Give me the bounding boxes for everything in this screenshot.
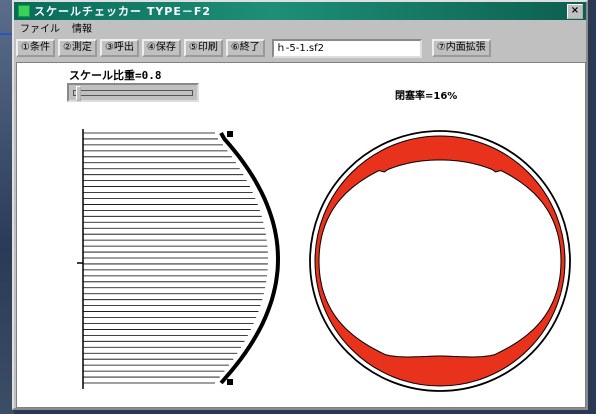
title-bar: スケールチェッカー TYPE－F2 × xyxy=(14,2,586,20)
app-icon xyxy=(18,5,30,17)
menu-info[interactable]: 情報 xyxy=(72,20,92,35)
load-button[interactable]: ③呼出 xyxy=(99,39,139,57)
close-icon[interactable]: × xyxy=(567,3,583,19)
toolbar: ①条件 ②測定 ③呼出 ④保存 ⑤印刷 ⑥終了 ｈ-5-1.sf2 ⑦内面拡張 xyxy=(16,36,584,60)
print-button[interactable]: ⑤印刷 xyxy=(183,39,223,57)
pipe-cross-section xyxy=(309,130,571,392)
inner-surface-expand-button[interactable]: ⑦内面拡張 xyxy=(431,39,491,57)
condition-button[interactable]: ①条件 xyxy=(16,39,55,57)
save-button[interactable]: ④保存 xyxy=(141,39,181,57)
app-window: スケールチェッカー TYPE－F2 × ファイル 情報 ①条件 ②測定 ③呼出 … xyxy=(12,0,588,410)
menu-file[interactable]: ファイル xyxy=(20,20,60,35)
exit-button[interactable]: ⑥終了 xyxy=(225,39,265,57)
measurement-canvas: スケール比重=0.8 閉塞率=16% xyxy=(16,62,586,408)
menu-bar: ファイル 情報 xyxy=(14,20,586,35)
measure-button[interactable]: ②測定 xyxy=(57,39,97,57)
pipe-open-bore xyxy=(318,159,562,358)
window-title: スケールチェッカー TYPE－F2 xyxy=(34,5,212,18)
file-name-field[interactable]: ｈ-5-1.sf2 xyxy=(271,38,422,58)
